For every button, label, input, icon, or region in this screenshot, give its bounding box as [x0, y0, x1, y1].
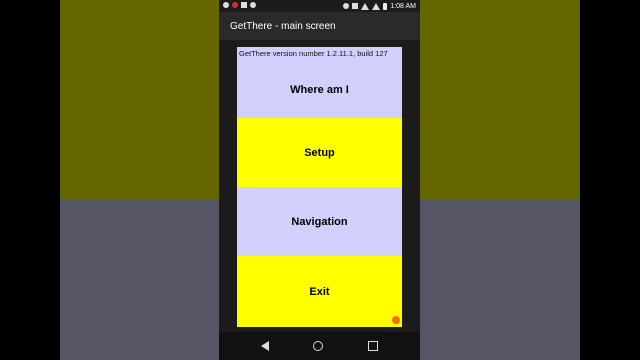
vibrate-icon — [352, 3, 359, 9]
notification-icon — [223, 2, 229, 8]
letterbox-left — [0, 0, 60, 360]
wifi-icon — [361, 2, 370, 10]
back-icon[interactable] — [261, 341, 270, 351]
status-time: 1:08 AM — [390, 2, 416, 10]
location-icon — [250, 2, 256, 8]
letterbox-right — [580, 0, 640, 360]
system-nav-bar — [219, 332, 420, 360]
download-icon — [241, 2, 247, 8]
app-title: GetThere - main screen — [230, 20, 336, 32]
phone-screen: 1:08 AM GetThere - main screen GetThere … — [219, 0, 420, 360]
bluetooth-icon — [343, 3, 350, 9]
status-bar: 1:08 AM — [219, 0, 420, 12]
video-frame: 1:08 AM GetThere - main screen GetThere … — [0, 0, 640, 360]
touch-indicator-dot — [392, 316, 400, 324]
signal-icon — [372, 2, 381, 10]
where-am-i-button[interactable]: Where am I — [237, 61, 402, 118]
notification-icons — [223, 2, 256, 8]
recents-icon[interactable] — [367, 341, 378, 351]
battery-icon — [383, 2, 388, 10]
main-content: GetThere version number 1.2.11.1, build … — [231, 40, 408, 332]
app-bar: GetThere - main screen — [219, 12, 420, 40]
exit-button[interactable]: Exit — [237, 256, 402, 327]
navigation-button[interactable]: Navigation — [237, 187, 402, 256]
home-icon[interactable] — [313, 341, 324, 351]
app-notification-icon — [232, 2, 238, 8]
button-panel: GetThere version number 1.2.11.1, build … — [237, 47, 402, 327]
setup-button[interactable]: Setup — [237, 118, 402, 187]
version-text: GetThere version number 1.2.11.1, build … — [239, 49, 388, 58]
